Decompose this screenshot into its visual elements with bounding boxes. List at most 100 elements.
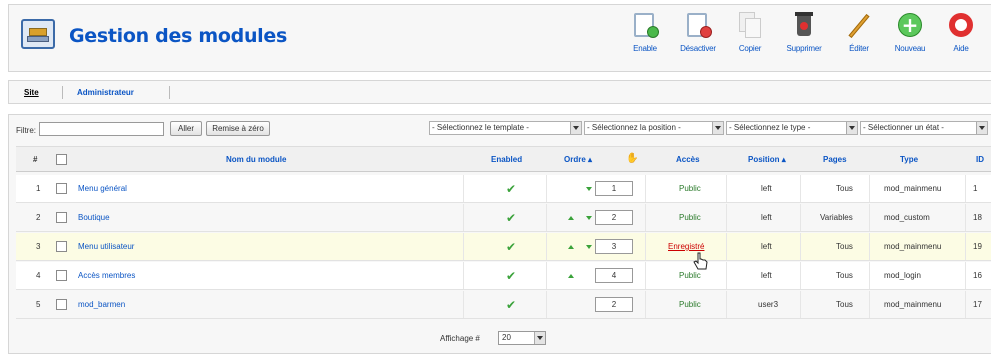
template-select[interactable]: - Sélectionnez le template - [429, 121, 582, 135]
module-name-link[interactable]: Menu utilisateur [78, 242, 134, 251]
row-num: 5 [36, 300, 41, 309]
access-link[interactable]: Enregistré [668, 242, 704, 251]
column-position-label: Position [748, 155, 780, 164]
module-manager-icon [21, 19, 55, 49]
column-position[interactable]: Position ▴ [748, 155, 786, 164]
access-link[interactable]: Public [679, 271, 701, 280]
row-checkbox[interactable] [56, 212, 67, 223]
copy-icon [735, 10, 765, 40]
pages-value: Tous [836, 271, 853, 280]
type-select[interactable]: - Sélectionnez le type - [726, 121, 858, 135]
chevron-down-icon [846, 122, 857, 134]
move-up-icon[interactable] [568, 274, 574, 278]
column-enabled[interactable]: Enabled [491, 155, 522, 164]
module-name-link[interactable]: Accès membres [78, 271, 135, 280]
disable-button[interactable]: Désactiver [668, 10, 728, 53]
row-num: 3 [36, 242, 41, 251]
select-all-checkbox[interactable] [56, 154, 67, 165]
edit-icon [844, 10, 874, 40]
enable-label: Enable [633, 44, 657, 53]
delete-button[interactable]: Supprimer [774, 10, 834, 53]
filter-reset-button[interactable]: Remise à zéro [206, 121, 270, 136]
filter-go-button[interactable]: Aller [170, 121, 202, 136]
type-value: mod_custom [884, 213, 930, 222]
order-input[interactable]: 3 [595, 239, 633, 254]
row-checkbox[interactable] [56, 183, 67, 194]
column-num: # [33, 155, 38, 164]
save-order-icon[interactable]: ✋ [626, 153, 638, 164]
help-label: Aide [953, 44, 969, 53]
table-row: 1 Menu général ✔ 1 Public left Tous mod_… [16, 175, 991, 203]
filter-input[interactable] [39, 122, 164, 136]
enabled-check-icon[interactable]: ✔ [506, 212, 516, 224]
enabled-check-icon[interactable]: ✔ [506, 299, 516, 311]
enabled-check-icon[interactable]: ✔ [506, 183, 516, 195]
disable-label: Désactiver [680, 44, 716, 53]
divider [965, 291, 966, 318]
order-input[interactable]: 1 [595, 181, 633, 196]
column-id[interactable]: ID [976, 155, 984, 164]
column-order[interactable]: Ordre ▴ [564, 155, 592, 164]
access-link[interactable]: Public [679, 213, 701, 222]
filter-label: Filtre: [16, 126, 36, 135]
module-name-link[interactable]: Menu général [78, 184, 127, 193]
position-select-value: - Sélectionnez la position - [587, 123, 681, 132]
id-value: 18 [973, 213, 982, 222]
divider [800, 233, 801, 260]
enable-button[interactable]: Enable [615, 10, 675, 53]
hand-cursor-icon [693, 252, 708, 270]
copy-button[interactable]: Copier [720, 10, 780, 53]
type-value: mod_mainmenu [884, 184, 942, 193]
trash-icon [789, 10, 819, 40]
submenu-item-administrateur[interactable]: Administrateur [77, 88, 134, 97]
position-select[interactable]: - Sélectionnez la position - [584, 121, 724, 135]
submenu-item-site[interactable]: Site [24, 88, 39, 97]
position-value: user3 [758, 300, 779, 309]
divider [726, 291, 727, 318]
position-value: left [761, 242, 772, 251]
pages-value: Tous [836, 300, 853, 309]
divider [726, 233, 727, 260]
row-checkbox[interactable] [56, 270, 67, 281]
chevron-down-icon [976, 122, 987, 134]
move-up-icon[interactable] [568, 245, 574, 249]
divider [463, 262, 464, 289]
order-input[interactable]: 4 [595, 268, 633, 283]
enabled-check-icon[interactable]: ✔ [506, 270, 516, 282]
help-button[interactable]: Aide [931, 10, 991, 53]
move-up-icon[interactable] [568, 216, 574, 220]
disable-icon [683, 10, 713, 40]
display-count-value: 20 [502, 333, 511, 342]
move-down-icon[interactable] [586, 187, 592, 191]
row-checkbox[interactable] [56, 241, 67, 252]
access-link[interactable]: Public [679, 184, 701, 193]
table-header: # Nom du module Enabled Ordre ▴ ✋ Accès … [16, 146, 991, 172]
enabled-check-icon[interactable]: ✔ [506, 241, 516, 253]
divider [463, 175, 464, 202]
module-name-link[interactable]: Boutique [78, 213, 110, 222]
submenu: Site Administrateur [8, 80, 991, 104]
page-title: Gestion des modules [69, 25, 287, 47]
order-input[interactable]: 2 [595, 210, 633, 225]
divider [800, 262, 801, 289]
divider [869, 204, 870, 231]
sort-arrow-icon: ▴ [588, 155, 593, 164]
display-count-select[interactable]: 20 [498, 331, 546, 345]
module-name-link[interactable]: mod_barmen [78, 300, 125, 309]
order-input[interactable]: 2 [595, 297, 633, 312]
state-select[interactable]: - Sélectionner un état - [860, 121, 988, 135]
column-pages[interactable]: Pages [823, 155, 847, 164]
divider [800, 204, 801, 231]
access-link[interactable]: Public [679, 300, 701, 309]
divider [965, 233, 966, 260]
move-down-icon[interactable] [586, 216, 592, 220]
sort-arrow-icon: ▴ [781, 155, 786, 164]
column-name[interactable]: Nom du module [226, 155, 286, 164]
delete-label: Supprimer [786, 44, 822, 53]
move-down-icon[interactable] [586, 245, 592, 249]
column-type[interactable]: Type [900, 155, 918, 164]
row-num: 2 [36, 213, 41, 222]
row-checkbox[interactable] [56, 299, 67, 310]
column-access[interactable]: Accès [676, 155, 700, 164]
divider [869, 262, 870, 289]
